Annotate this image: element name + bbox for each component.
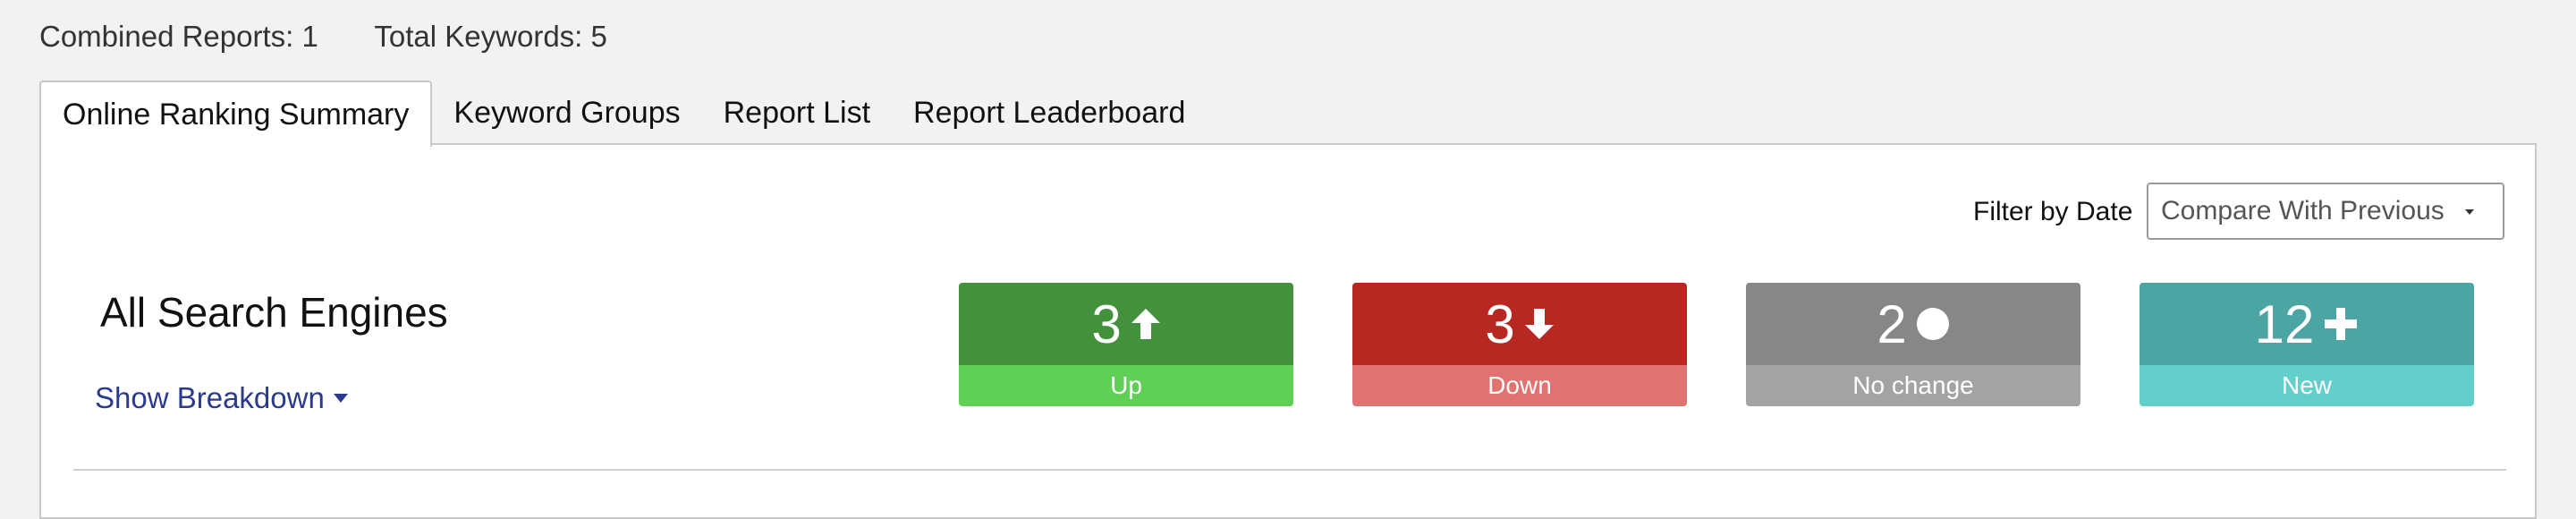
stat-up-value: 3 xyxy=(1091,294,1122,354)
stat-down-value: 3 xyxy=(1485,294,1515,354)
stat-up-label: Up xyxy=(959,365,1293,406)
circle-icon xyxy=(1916,307,1950,341)
show-breakdown-link[interactable]: Show Breakdown xyxy=(95,381,348,415)
caret-down-icon xyxy=(333,394,348,403)
stat-new-value-area: 12 xyxy=(2140,283,2474,365)
date-filter-value: Compare With Previous xyxy=(2161,196,2445,225)
search-engines-title: All Search Engines xyxy=(100,289,448,336)
arrow-up-icon xyxy=(1131,307,1161,341)
stat-up-value-area: 3 xyxy=(959,283,1293,365)
stat-down-card[interactable]: 3 Down xyxy=(1352,283,1687,406)
caret-down-icon xyxy=(2465,209,2474,215)
arrow-down-icon xyxy=(1524,307,1555,341)
tab-online-ranking-summary[interactable]: Online Ranking Summary xyxy=(39,81,433,147)
report-meta: Combined Reports: 1 Total Keywords: 5 xyxy=(39,20,656,54)
plus-icon xyxy=(2323,306,2359,342)
tab-keyword-groups[interactable]: Keyword Groups xyxy=(432,81,701,145)
stat-new-card[interactable]: 12 New xyxy=(2140,283,2474,406)
stat-new-label: New xyxy=(2140,365,2474,406)
stat-up-card[interactable]: 3 Up xyxy=(959,283,1293,406)
stat-new-value: 12 xyxy=(2254,294,2315,354)
combined-reports-count: Combined Reports: 1 xyxy=(39,20,318,53)
section-divider xyxy=(73,469,2506,471)
summary-panel: Filter by Date Compare With Previous All… xyxy=(39,143,2537,519)
stat-down-label: Down xyxy=(1352,365,1687,406)
filter-by-date-label: Filter by Date xyxy=(1973,197,2133,226)
date-filter-select[interactable]: Compare With Previous xyxy=(2147,183,2504,240)
stat-no-change-card[interactable]: 2 No change xyxy=(1746,283,2080,406)
stat-no-change-value-area: 2 xyxy=(1746,283,2080,365)
stat-no-change-value: 2 xyxy=(1877,294,1907,354)
tab-bar: Online Ranking Summary Keyword Groups Re… xyxy=(39,81,1207,147)
stat-down-value-area: 3 xyxy=(1352,283,1687,365)
show-breakdown-label: Show Breakdown xyxy=(95,381,325,414)
tab-report-leaderboard[interactable]: Report Leaderboard xyxy=(892,81,1207,145)
stat-no-change-label: No change xyxy=(1746,365,2080,406)
tab-report-list[interactable]: Report List xyxy=(702,81,892,145)
total-keywords-count: Total Keywords: 5 xyxy=(374,20,607,53)
